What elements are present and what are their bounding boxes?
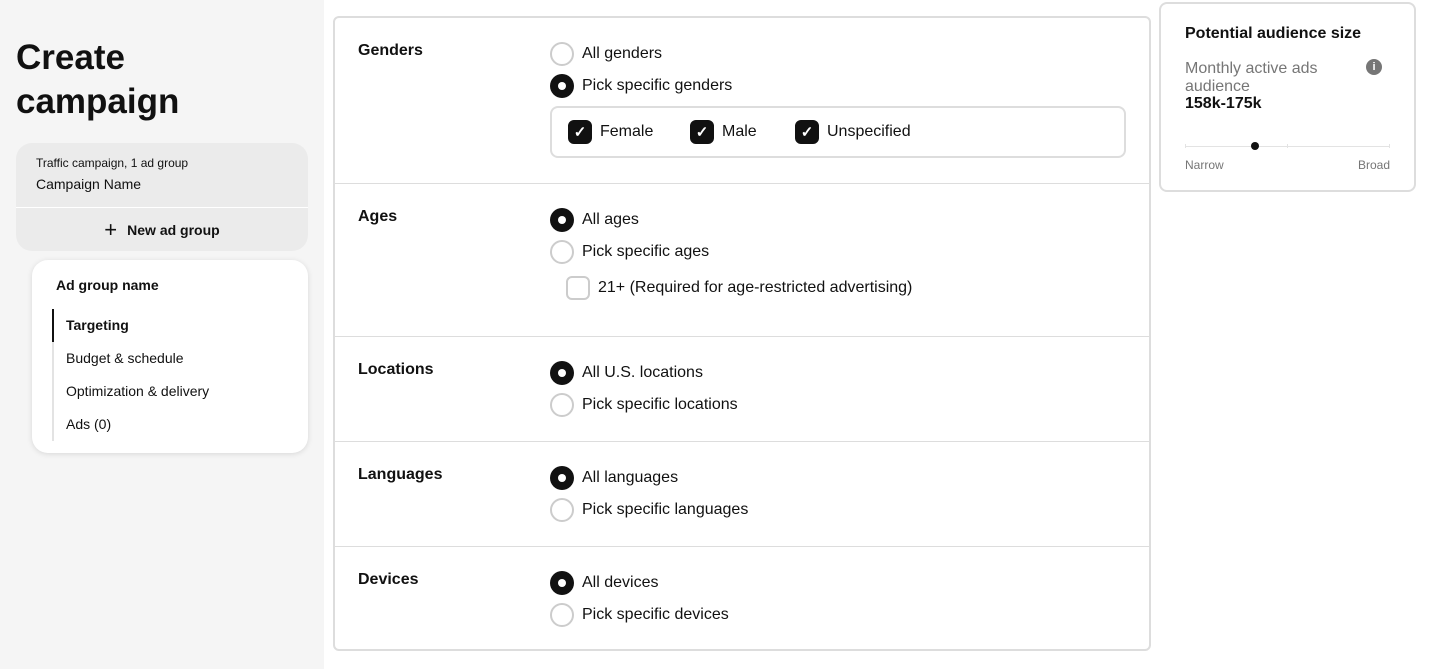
radio-selected-icon [550, 208, 574, 232]
radio-pick-languages[interactable]: Pick specific languages [550, 498, 748, 522]
genders-label: Genders [358, 42, 423, 59]
checkbox-label: Male [722, 123, 757, 140]
radio-all-ages[interactable]: All ages [550, 208, 639, 232]
campaign-name: Campaign Name [36, 176, 142, 192]
ad-group-nav: Targeting Budget & schedule Optimization… [52, 309, 209, 441]
audience-size-card: Potential audience size Monthly active a… [1159, 2, 1416, 192]
gender-checkbox-group: ✓ Female ✓ Male ✓ Unspecified [550, 106, 1126, 158]
meter-tick [1287, 144, 1288, 148]
locations-label: Locations [358, 361, 434, 378]
ages-section: Ages All ages Pick specific ages 21+ (Re… [335, 184, 1149, 337]
plus-icon: + [104, 216, 118, 242]
devices-section: Devices All devices Pick specific device… [335, 547, 1149, 651]
checkbox-label: Unspecified [827, 123, 911, 140]
option-label: Pick specific locations [582, 396, 738, 413]
radio-pick-devices[interactable]: Pick specific devices [550, 603, 729, 627]
page-title: Create campaign [16, 38, 180, 121]
audience-meter [1185, 142, 1390, 150]
nav-item-ads[interactable]: Ads (0) [54, 408, 209, 441]
targeting-panel: Genders All genders Pick specific gender… [333, 16, 1151, 651]
option-label: Pick specific languages [582, 501, 749, 518]
checkbox-unspecified[interactable]: ✓ Unspecified [795, 120, 911, 144]
radio-pick-ages[interactable]: Pick specific ages [550, 240, 709, 264]
option-label: All devices [582, 574, 659, 591]
audience-metric-label: Monthly active ads audience [1185, 60, 1318, 95]
radio-selected-icon [550, 571, 574, 595]
option-label: Pick specific devices [582, 606, 729, 623]
option-label: All ages [582, 211, 639, 228]
ages-label: Ages [358, 208, 398, 225]
meter-tick [1185, 144, 1186, 148]
radio-all-devices[interactable]: All devices [550, 571, 658, 595]
nav-item-budget-schedule[interactable]: Budget & schedule [54, 342, 209, 375]
locations-section: Locations All U.S. locations Pick specif… [335, 337, 1149, 442]
nav-item-targeting[interactable]: Targeting [52, 309, 209, 342]
option-label: Pick specific ages [582, 243, 710, 260]
radio-icon [550, 42, 574, 66]
sidebar: Create campaign Traffic campaign, 1 ad g… [0, 0, 324, 669]
audience-title: Potential audience size [1185, 25, 1362, 42]
languages-section: Languages All languages Pick specific la… [335, 442, 1149, 547]
checkbox-label: 21+ (Required for age-restricted adverti… [598, 279, 913, 296]
checkbox-male[interactable]: ✓ Male [690, 120, 757, 144]
radio-pick-locations[interactable]: Pick specific locations [550, 393, 738, 417]
option-label: All languages [582, 469, 679, 486]
checkbox-label: Female [600, 123, 654, 140]
option-label: Pick specific genders [582, 77, 733, 94]
radio-all-locations[interactable]: All U.S. locations [550, 361, 703, 385]
ad-group-card: Ad group name Targeting Budget & schedul… [32, 260, 308, 453]
option-label: All U.S. locations [582, 364, 703, 381]
campaign-type: Traffic campaign, 1 ad group [36, 156, 189, 170]
radio-selected-icon [550, 466, 574, 490]
checkmark-icon: ✓ [690, 120, 714, 144]
radio-icon [550, 603, 574, 627]
audience-value: 158k-175k [1185, 95, 1262, 112]
checkbox-female[interactable]: ✓ Female [568, 120, 653, 144]
radio-icon [550, 240, 574, 264]
meter-indicator [1250, 142, 1259, 150]
narrow-label: Narrow [1185, 158, 1224, 172]
radio-pick-genders[interactable]: Pick specific genders [550, 74, 732, 98]
checkmark-icon: ✓ [795, 120, 819, 144]
devices-label: Devices [358, 571, 419, 588]
nav-item-optimization-delivery[interactable]: Optimization & delivery [54, 375, 209, 408]
radio-all-languages[interactable]: All languages [550, 466, 678, 490]
ad-group-name: Ad group name [56, 277, 159, 293]
new-ad-group-label: New ad group [127, 221, 220, 238]
checkmark-icon: ✓ [568, 120, 592, 144]
radio-selected-icon [550, 74, 574, 98]
checkbox-icon [566, 276, 590, 300]
radio-icon [550, 498, 574, 522]
languages-label: Languages [358, 466, 443, 483]
option-label: All genders [582, 45, 663, 62]
broad-label: Broad [1357, 158, 1390, 172]
radio-all-genders[interactable]: All genders [550, 42, 662, 66]
radio-icon [550, 393, 574, 417]
genders-section: Genders All genders Pick specific gender… [335, 18, 1149, 184]
checkbox-21-plus[interactable]: 21+ (Required for age-restricted adverti… [566, 276, 912, 300]
meter-tick [1389, 144, 1390, 148]
campaign-card[interactable]: Traffic campaign, 1 ad group Campaign Na… [16, 143, 308, 251]
new-ad-group-button[interactable]: + New ad group [16, 208, 308, 251]
info-icon[interactable]: i [1366, 59, 1382, 75]
radio-selected-icon [550, 361, 574, 385]
